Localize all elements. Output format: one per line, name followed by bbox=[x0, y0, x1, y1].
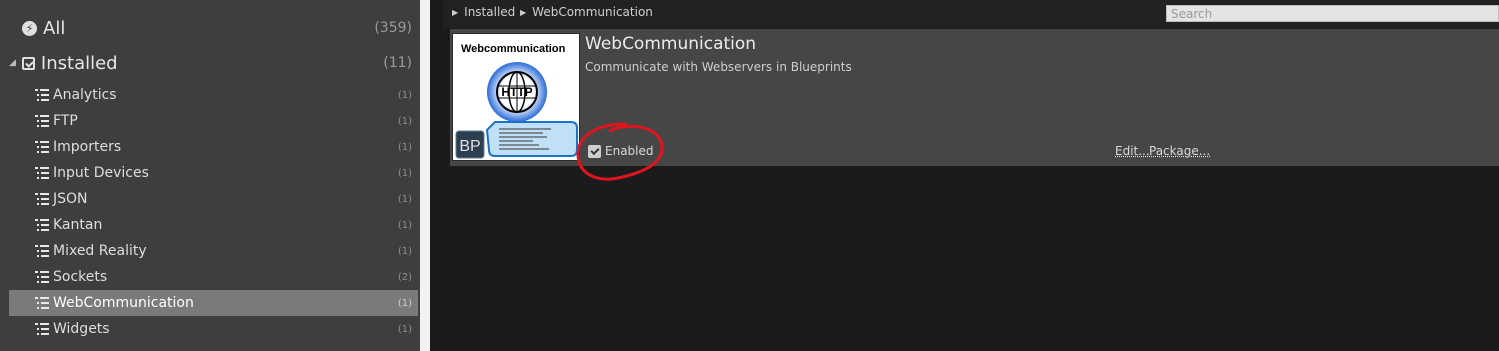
plugin-name: WebCommunication bbox=[585, 34, 757, 54]
sidebar-item-label: Input Devices bbox=[53, 165, 149, 181]
tree-list-icon bbox=[35, 115, 49, 127]
edit-link[interactable]: Edit... bbox=[1115, 144, 1150, 158]
sidebar-item-label: Widgets bbox=[53, 321, 110, 337]
sidebar-item-label: Kantan bbox=[53, 217, 103, 233]
splitter-gap bbox=[430, 0, 443, 351]
tree-list-icon bbox=[35, 297, 49, 309]
tree-list-icon bbox=[35, 271, 49, 283]
sidebar-item-count: (1) bbox=[397, 141, 412, 153]
thumbnail-badge-text: BP bbox=[459, 138, 480, 155]
category-installed-count: (11) bbox=[383, 55, 412, 71]
breadcrumb-arrow-icon: ▶ bbox=[520, 7, 527, 17]
annotation-circle bbox=[576, 122, 664, 181]
sidebar-item-count: (1) bbox=[397, 245, 412, 257]
plugin-thumbnail: Webcommunication HTTP BP bbox=[452, 33, 580, 161]
sidebar-splitter[interactable] bbox=[420, 0, 430, 351]
tree-list-icon bbox=[35, 219, 49, 231]
sidebar-item[interactable]: Analytics (1) bbox=[9, 82, 418, 108]
category-installed-label: Installed bbox=[40, 52, 118, 74]
sidebar-item-count: (1) bbox=[397, 115, 412, 127]
sidebar-item-label: JSON bbox=[53, 191, 88, 207]
sidebar-item[interactable]: Kantan (1) bbox=[9, 212, 418, 238]
tree-list-icon bbox=[35, 89, 49, 101]
search-input[interactable] bbox=[1166, 5, 1499, 22]
sidebar-item[interactable]: Mixed Reality (1) bbox=[9, 238, 418, 264]
sidebar-item-count: (1) bbox=[397, 297, 412, 309]
category-all-count: (359) bbox=[374, 20, 412, 36]
sidebar-item[interactable]: Input Devices (1) bbox=[9, 160, 418, 186]
sidebar-item-label: FTP bbox=[53, 113, 78, 129]
breadcrumb-label: Installed bbox=[464, 5, 516, 19]
tree-list-icon bbox=[35, 141, 49, 153]
category-all[interactable]: ⚡ All (359) bbox=[0, 10, 420, 46]
sidebar-item-count: (2) bbox=[397, 271, 412, 283]
thumbnail-http-text: HTTP bbox=[501, 85, 532, 99]
globe-icon: HTTP BP bbox=[455, 62, 578, 159]
breadcrumb-arrow-icon: ▶ bbox=[452, 7, 459, 17]
category-all-label: All bbox=[43, 17, 66, 39]
all-plugins-icon: ⚡ bbox=[22, 20, 37, 36]
tree-list-icon bbox=[35, 193, 49, 205]
sidebar-item[interactable]: JSON (1) bbox=[9, 186, 418, 212]
installed-subcategory-list: Analytics (1) FTP (1) Importers (1) Input Devi… bbox=[9, 82, 418, 342]
breadcrumb-webcommunication[interactable]: ▶ WebCommunication bbox=[520, 5, 653, 19]
sidebar-item-label: WebCommunication bbox=[53, 295, 194, 311]
tree-list-icon bbox=[35, 323, 49, 335]
sidebar-item-count: (1) bbox=[397, 323, 412, 335]
tree-list-icon bbox=[35, 245, 49, 257]
sidebar-item[interactable]: WebCommunication (1) bbox=[9, 290, 418, 316]
sidebar-item[interactable]: Widgets (1) bbox=[9, 316, 418, 342]
package-link[interactable]: Package... bbox=[1149, 144, 1210, 158]
installed-icon bbox=[21, 56, 35, 70]
plugin-description: Communicate with Webservers in Blueprint… bbox=[585, 60, 852, 74]
sidebar-item-label: Analytics bbox=[53, 87, 117, 103]
breadcrumb-label: WebCommunication bbox=[532, 5, 653, 19]
sidebar-item-label: Sockets bbox=[53, 269, 108, 285]
sidebar-item[interactable]: FTP (1) bbox=[9, 108, 418, 134]
sidebar-item-label: Importers bbox=[53, 139, 122, 155]
sidebar-item[interactable]: Sockets (2) bbox=[9, 264, 418, 290]
category-installed[interactable]: ◢ Installed (11) bbox=[0, 45, 420, 81]
sidebar-item-count: (1) bbox=[397, 219, 412, 231]
tree-list-icon bbox=[35, 167, 49, 179]
sidebar-item[interactable]: Importers (1) bbox=[9, 134, 418, 160]
category-sidebar: ⚡ All (359) ◢ Installed (11) Analytics (1… bbox=[0, 0, 420, 351]
sidebar-item-count: (1) bbox=[397, 193, 412, 205]
collapse-arrow-icon[interactable]: ◢ bbox=[9, 58, 16, 68]
breadcrumb-installed[interactable]: ▶ Installed bbox=[452, 5, 515, 19]
sidebar-item-count: (1) bbox=[397, 89, 412, 101]
sidebar-item-count: (1) bbox=[397, 167, 412, 179]
sidebar-item-label: Mixed Reality bbox=[53, 243, 147, 259]
